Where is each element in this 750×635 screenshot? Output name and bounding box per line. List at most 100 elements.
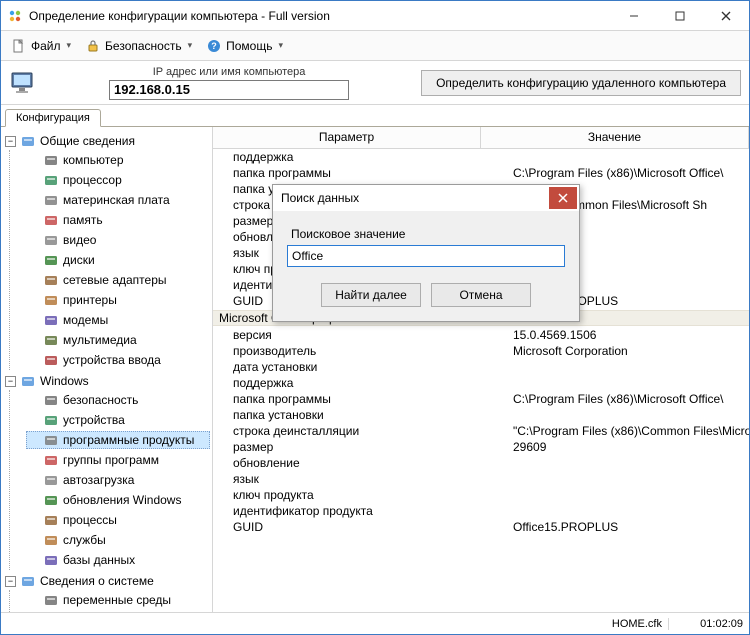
- tree-node-icon: [43, 472, 59, 488]
- grid-row[interactable]: строка деинсталляции"C:\Program Files (x…: [213, 423, 749, 439]
- tab-config[interactable]: Конфигурация: [5, 109, 101, 127]
- status-file: HOME.cfk: [442, 618, 669, 630]
- menu-file[interactable]: Файл: [5, 35, 77, 57]
- grid-cell-param: папка программы: [213, 392, 513, 406]
- grid-row[interactable]: версия15.0.4569.1506: [213, 327, 749, 343]
- tree-node-icon: [20, 373, 36, 389]
- grid-cell-value: [513, 150, 749, 164]
- tree-leaf[interactable]: базы данных: [26, 551, 210, 569]
- grid-row[interactable]: размер29609: [213, 439, 749, 455]
- tree-branch[interactable]: −Общие сведения: [3, 132, 210, 150]
- tree-leaf[interactable]: материнская плата: [26, 191, 210, 209]
- tree-leaf[interactable]: устройства: [26, 411, 210, 429]
- grid-row[interactable]: папка установки: [213, 407, 749, 423]
- grid-cell-value: Microsoft Corporation: [513, 344, 749, 358]
- grid-row[interactable]: идентификатор продукта: [213, 503, 749, 519]
- grid-cell-value: C:\Program Files (x86)\Microsoft Office\: [513, 166, 749, 180]
- tree-leaf[interactable]: процессор: [26, 171, 210, 189]
- grid-cell-param: идентификатор продукта: [213, 504, 513, 518]
- tree-leaf[interactable]: диски: [26, 251, 210, 269]
- grid-cell-value: [513, 408, 749, 422]
- tree-leaf[interactable]: сетевые адаптеры: [26, 271, 210, 289]
- tree-leaf[interactable]: устройства ввода: [26, 351, 210, 369]
- tree-leaf[interactable]: видео: [26, 231, 210, 249]
- tree-node-icon: [43, 392, 59, 408]
- tree-node-icon: [43, 272, 59, 288]
- tree-label: устройства: [63, 413, 125, 427]
- tree-leaf[interactable]: переменные среды: [26, 591, 210, 609]
- grid-row[interactable]: папка программыC:\Program Files (x86)\Mi…: [213, 391, 749, 407]
- grid-row[interactable]: производительMicrosoft Corporation: [213, 343, 749, 359]
- close-button[interactable]: [703, 1, 749, 31]
- tree-label: материнская плата: [63, 193, 170, 207]
- grid-cell-value: [513, 360, 749, 374]
- tree-branch[interactable]: −Windows: [3, 372, 210, 390]
- tree-node-icon: [43, 172, 59, 188]
- tree-branch[interactable]: −Сведения о системе: [3, 572, 210, 590]
- tree-leaf[interactable]: группы программ: [26, 451, 210, 469]
- tree-label: группы программ: [63, 453, 159, 467]
- dialog-search-input[interactable]: [287, 245, 565, 267]
- tree-node-icon: [43, 452, 59, 468]
- detect-button[interactable]: Определить конфигурацию удаленного компь…: [421, 70, 741, 96]
- tree-leaf[interactable]: программные продукты: [26, 431, 210, 449]
- tree-label: компьютер: [63, 153, 124, 167]
- tree-leaf[interactable]: модемы: [26, 311, 210, 329]
- tree[interactable]: −Общие сведения компьютер процессор материн…: [1, 127, 213, 612]
- grid-row[interactable]: язык: [213, 471, 749, 487]
- grid-row[interactable]: папка программыC:\Program Files (x86)\Mi…: [213, 165, 749, 181]
- tree-label: мультимедиа: [63, 333, 137, 347]
- tree-node-icon: [43, 152, 59, 168]
- grid-col-value[interactable]: Значение: [481, 127, 749, 148]
- tree-leaf[interactable]: принтеры: [26, 291, 210, 309]
- maximize-button[interactable]: [657, 1, 703, 31]
- dialog-close-button[interactable]: [549, 187, 577, 209]
- expand-toggle[interactable]: −: [5, 576, 16, 587]
- dialog-title: Поиск данных: [281, 191, 359, 205]
- grid-cell-param: ключ продукта: [213, 488, 513, 502]
- tree-node-icon: [20, 133, 36, 149]
- menu-help[interactable]: ? Помощь: [200, 35, 289, 57]
- ip-label: IP адрес или имя компьютера: [153, 66, 306, 78]
- file-icon: [11, 38, 27, 54]
- expand-toggle[interactable]: −: [5, 136, 16, 147]
- grid-row[interactable]: поддержка: [213, 149, 749, 165]
- tree-leaf[interactable]: мультимедиа: [26, 331, 210, 349]
- grid-row[interactable]: GUIDOffice15.PROPLUS: [213, 519, 749, 535]
- tree-node-icon: [43, 192, 59, 208]
- tree-node-icon: [43, 432, 59, 448]
- tree-leaf[interactable]: память: [26, 211, 210, 229]
- grid-col-param[interactable]: Параметр: [213, 127, 481, 148]
- dialog-find-next-button[interactable]: Найти далее: [321, 283, 421, 307]
- tree-label: обновления Windows: [63, 493, 181, 507]
- app-icon: [7, 8, 23, 24]
- grid-cell-value: [513, 456, 749, 470]
- tree-node-icon: [43, 532, 59, 548]
- grid-cell-param: дата установки: [213, 360, 513, 374]
- grid-row[interactable]: дата установки: [213, 359, 749, 375]
- dialog-cancel-button[interactable]: Отмена: [431, 283, 531, 307]
- ip-input[interactable]: [109, 80, 349, 100]
- grid-cell-param: GUID: [213, 520, 513, 534]
- tabstrip: Конфигурация: [1, 105, 749, 127]
- expand-toggle[interactable]: −: [5, 376, 16, 387]
- tree-leaf[interactable]: компьютер: [26, 151, 210, 169]
- grid-cell-param: производитель: [213, 344, 513, 358]
- tree-node-icon: [43, 412, 59, 428]
- tree-leaf[interactable]: обновления Windows: [26, 491, 210, 509]
- tree-leaf[interactable]: автозагрузка: [26, 471, 210, 489]
- grid-row[interactable]: поддержка: [213, 375, 749, 391]
- menu-help-label: Помощь: [226, 39, 272, 53]
- minimize-button[interactable]: [611, 1, 657, 31]
- tree-leaf[interactable]: службы: [26, 531, 210, 549]
- menu-security[interactable]: Безопасность: [79, 35, 198, 57]
- grid-row[interactable]: обновление: [213, 455, 749, 471]
- grid-row[interactable]: ключ продукта: [213, 487, 749, 503]
- help-icon: ?: [206, 38, 222, 54]
- tree-leaf[interactable]: процессы: [26, 511, 210, 529]
- grid-cell-value: [513, 504, 749, 518]
- svg-text:?: ?: [211, 41, 217, 51]
- monitor-icon: [9, 69, 37, 97]
- tree-leaf[interactable]: безопасность: [26, 391, 210, 409]
- grid-cell-param: папка программы: [213, 166, 513, 180]
